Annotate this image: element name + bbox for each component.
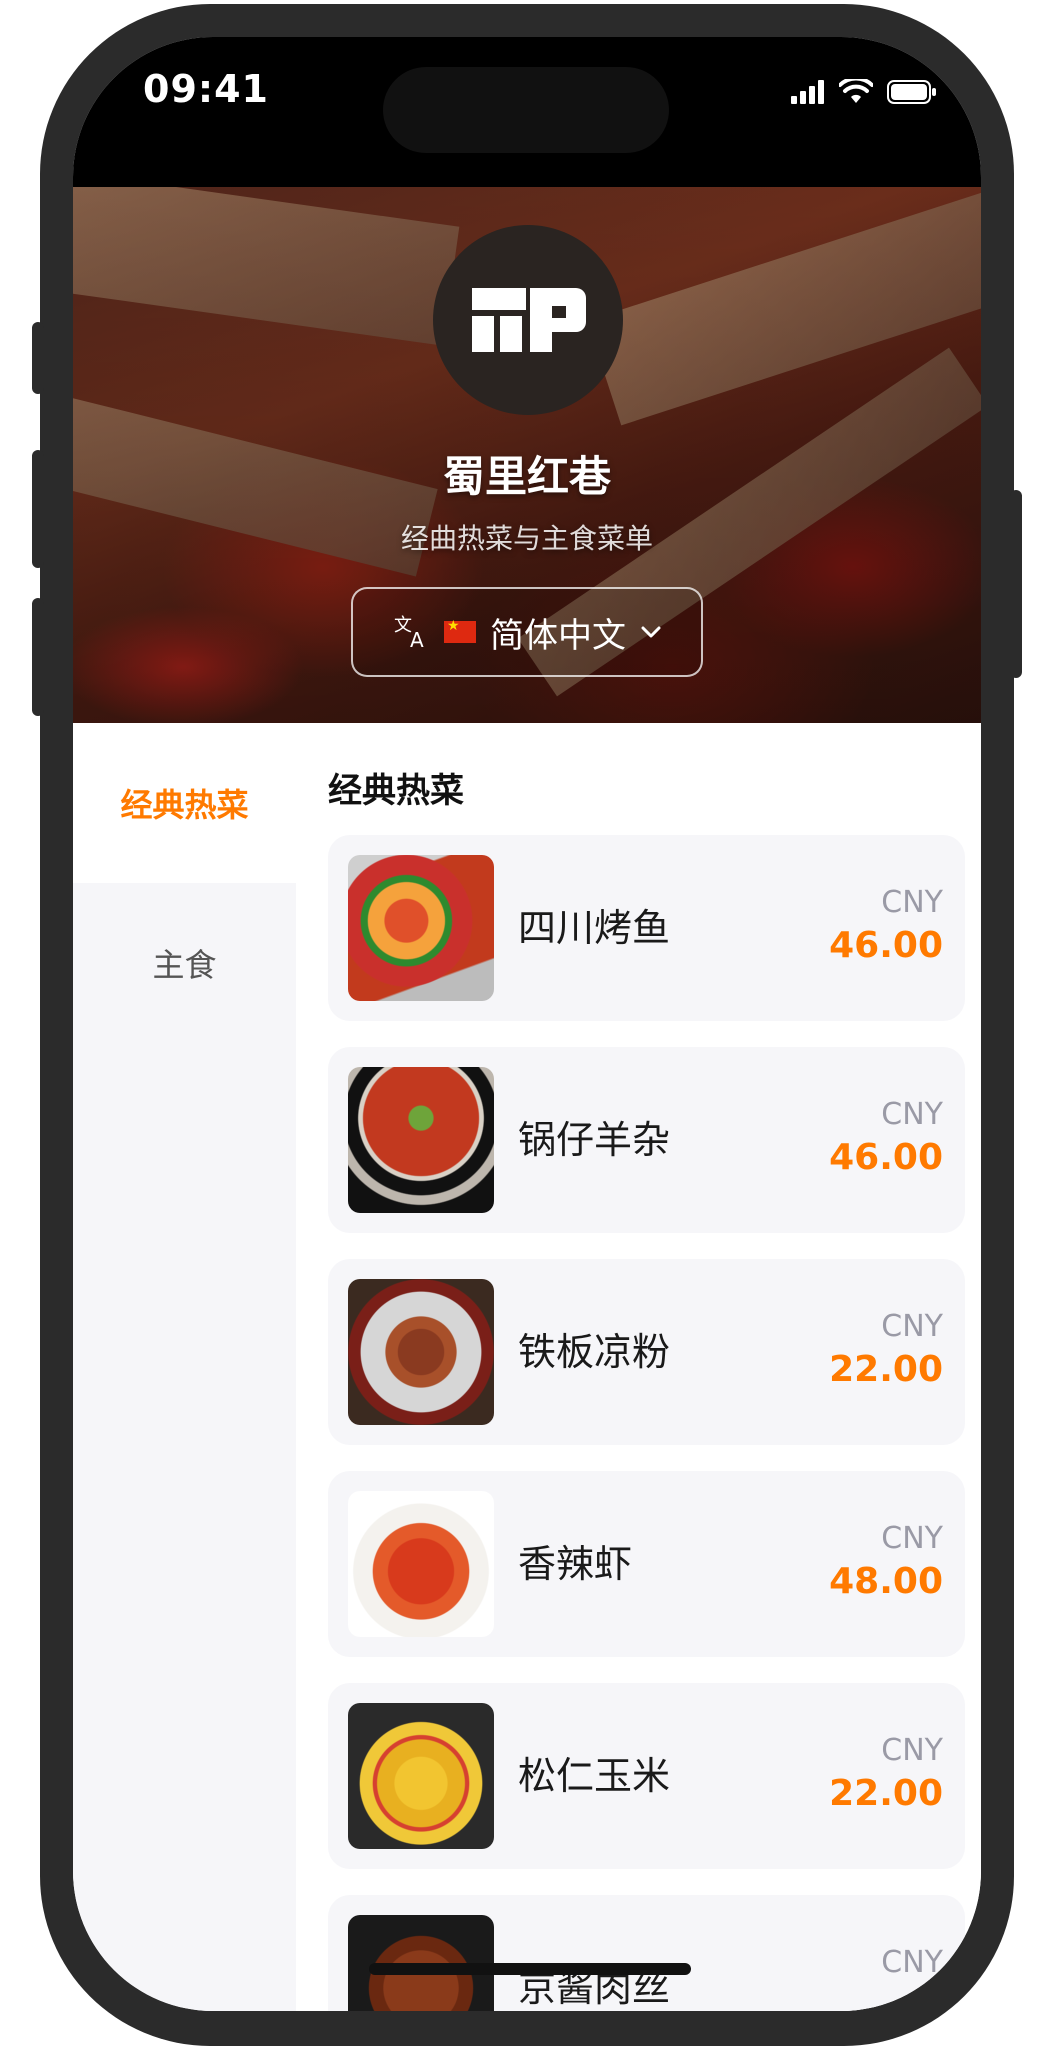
dish-photo	[348, 1703, 494, 1849]
sidebar-item-staple-food[interactable]: 主食	[73, 883, 296, 1043]
translate-icon: 文 A	[394, 615, 424, 651]
wifi-icon	[839, 79, 873, 103]
dish-card[interactable]: 铁板凉粉 CNY 22.00	[328, 1259, 965, 1445]
section-title: 经典热菜	[328, 771, 464, 811]
dish-name: 锅仔羊杂	[518, 1118, 671, 1162]
dish-price: 22.00	[829, 1349, 943, 1390]
home-indicator[interactable]	[369, 1963, 691, 1975]
dish-card[interactable]: 京酱肉丝 CNY	[328, 1895, 965, 2011]
phone-screen: 09:41 蜀里红巷 经曲热菜与主食菜单 文 A ★ 简体中文 经典热菜 主食 …	[73, 37, 981, 2011]
svg-text:A: A	[410, 628, 424, 651]
dish-price: 48.00	[829, 1561, 943, 1602]
dish-card[interactable]: 松仁玉米 CNY 22.00	[328, 1683, 965, 1869]
dish-price: 22.00	[829, 1773, 943, 1814]
battery-icon	[887, 80, 936, 104]
dish-card[interactable]: 锅仔羊杂 CNY 46.00	[328, 1047, 965, 1233]
volume-down-button	[32, 598, 44, 716]
hero-banner: 蜀里红巷 经曲热菜与主食菜单 文 A 简体中文	[73, 187, 981, 723]
restaurant-name: 蜀里红巷	[442, 452, 611, 501]
dish-photo	[348, 855, 494, 1001]
action-button	[32, 322, 44, 394]
status-time: 09:41	[143, 67, 269, 111]
dish-name: 铁板凉粉	[518, 1330, 671, 1374]
dish-photo	[348, 1067, 494, 1213]
power-button	[1010, 490, 1022, 678]
sidebar-item-hot-dishes[interactable]: 经典热菜	[73, 723, 296, 883]
language-selector[interactable]: 文 A 简体中文	[351, 587, 703, 677]
dish-name: 松仁玉米	[518, 1754, 671, 1798]
dish-price: 46.00	[829, 1137, 943, 1178]
dynamic-island	[383, 67, 669, 153]
logo-mark-icon	[472, 288, 586, 352]
cellular-signal-icon	[791, 80, 824, 104]
dish-card[interactable]: 香辣虾 CNY 48.00	[328, 1471, 965, 1657]
dish-currency: CNY	[881, 885, 943, 920]
category-sidebar: 经典热菜 主食	[73, 723, 296, 2011]
dish-name: 香辣虾	[518, 1542, 633, 1586]
dish-currency: CNY	[881, 1097, 943, 1132]
dish-photo	[348, 1491, 494, 1637]
dish-photo	[348, 1279, 494, 1425]
dish-currency: CNY	[881, 1309, 943, 1344]
dish-currency: CNY	[881, 1945, 943, 1980]
dish-price: 46.00	[829, 925, 943, 966]
volume-up-button	[32, 450, 44, 568]
dish-card[interactable]: 四川烤鱼 CNY 46.00	[328, 835, 965, 1021]
dish-name: 四川烤鱼	[518, 906, 671, 950]
language-label: 简体中文	[490, 615, 626, 656]
dish-currency: CNY	[881, 1521, 943, 1556]
menu-content: 经典热菜 四川烤鱼 CNY 46.00 锅仔羊杂 CNY 46.00 铁板凉粉 …	[296, 723, 981, 2011]
dish-currency: CNY	[881, 1733, 943, 1768]
restaurant-logo	[433, 225, 623, 415]
status-icons	[791, 79, 937, 105]
cn-flag-icon	[444, 618, 476, 643]
dish-name: 京酱肉丝	[518, 1966, 671, 2010]
status-bar: 09:41	[73, 37, 981, 187]
restaurant-subtitle: 经曲热菜与主食菜单	[400, 522, 653, 555]
chevron-down-icon	[641, 626, 661, 638]
